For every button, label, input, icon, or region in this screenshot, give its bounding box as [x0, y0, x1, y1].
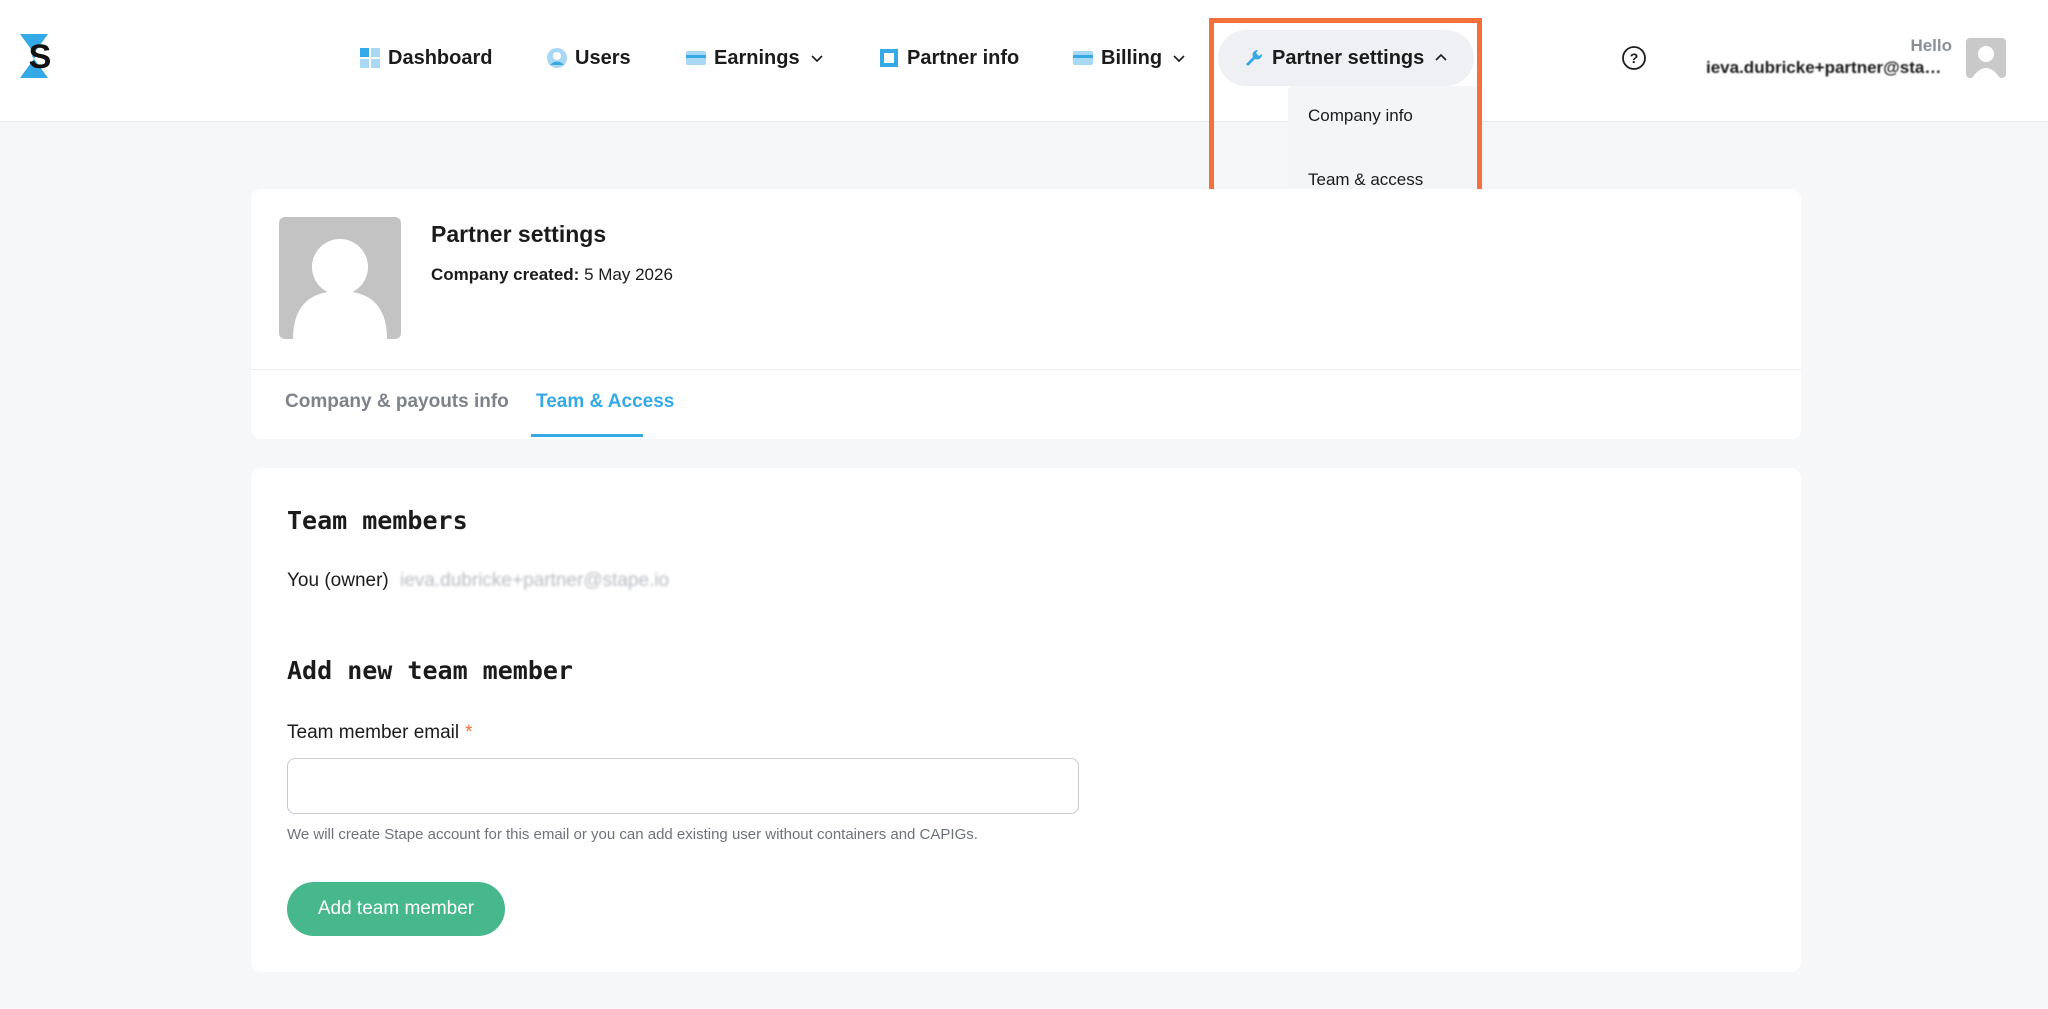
team-card: Team members You (owner) ieva.dubricke+p… [251, 468, 1801, 972]
chevron-down-icon [1173, 55, 1185, 63]
stape-logo[interactable]: S [18, 34, 62, 78]
email-label-text: Team member email [287, 722, 460, 743]
owner-row: You (owner) ieva.dubricke+partner@stape.… [287, 570, 669, 592]
company-created: Company created: 5 May 2026 [431, 265, 673, 285]
profile-avatar [279, 217, 401, 339]
card-icon [686, 51, 706, 65]
card-icon [1073, 51, 1093, 65]
avatar-placeholder-icon [293, 239, 387, 339]
nav-partner-settings[interactable]: Partner settings [1218, 30, 1475, 86]
required-mark: * [465, 722, 473, 743]
svg-text:S: S [29, 38, 52, 76]
nav-partner-settings-label: Partner settings [1272, 46, 1425, 69]
avatar-placeholder-icon [1972, 46, 2000, 78]
nav-earnings[interactable]: Earnings [686, 30, 824, 86]
nav-dashboard[interactable]: Dashboard [360, 30, 492, 86]
company-created-value: 5 May 2026 [584, 265, 673, 284]
nav-users-label: Users [575, 46, 631, 69]
nav-partner-info[interactable]: Partner info [879, 30, 1019, 86]
hello-text: Hello [1910, 36, 1952, 55]
team-members-heading: Team members [287, 506, 468, 535]
company-created-label: Company created: [431, 265, 580, 284]
nav-earnings-label: Earnings [714, 46, 800, 69]
owner-email: ieva.dubricke+partner@stape.io [400, 570, 670, 591]
header-user-email: ieva.dubricke+partner@stape.io [1706, 58, 1946, 77]
nav-partner-info-label: Partner info [907, 46, 1020, 69]
wrench-icon [1246, 49, 1263, 66]
tab-team-access[interactable]: Team & Access [536, 391, 674, 413]
profile-card: Partner settings Company created: 5 May … [251, 189, 1801, 439]
nav-billing-label: Billing [1101, 46, 1163, 69]
square-icon [880, 49, 898, 67]
page-title: Partner settings [431, 221, 607, 247]
add-member-heading: Add new team member [287, 656, 573, 685]
user-icon [547, 48, 567, 68]
email-field-label: Team member email * [287, 722, 473, 744]
add-team-member-button[interactable]: Add team member [287, 882, 505, 936]
nav-dashboard-label: Dashboard [388, 46, 493, 69]
divider [251, 369, 1801, 370]
tab-company-payouts[interactable]: Company & payouts info [285, 391, 509, 413]
dashboard-icon [360, 48, 380, 68]
chevron-up-icon [1435, 53, 1447, 61]
email-hint: We will create Stape account for this em… [287, 826, 978, 843]
help-icon[interactable]: ? [1620, 44, 1648, 72]
nav-billing[interactable]: Billing [1073, 30, 1186, 86]
svg-text:?: ? [1630, 50, 1639, 66]
team-member-email-input[interactable] [287, 758, 1079, 814]
owner-label: You (owner) [287, 570, 389, 591]
dropdown-item-company-info[interactable]: Company info [1308, 106, 1413, 126]
chevron-down-icon [811, 55, 823, 63]
top-header: S Dashboard Users Earnings Partner info … [0, 0, 2048, 122]
dropdown-item-team-access[interactable]: Team & access [1308, 170, 1423, 190]
nav-users[interactable]: Users [547, 30, 631, 86]
avatar[interactable] [1966, 38, 2006, 78]
active-tab-indicator [531, 434, 643, 437]
